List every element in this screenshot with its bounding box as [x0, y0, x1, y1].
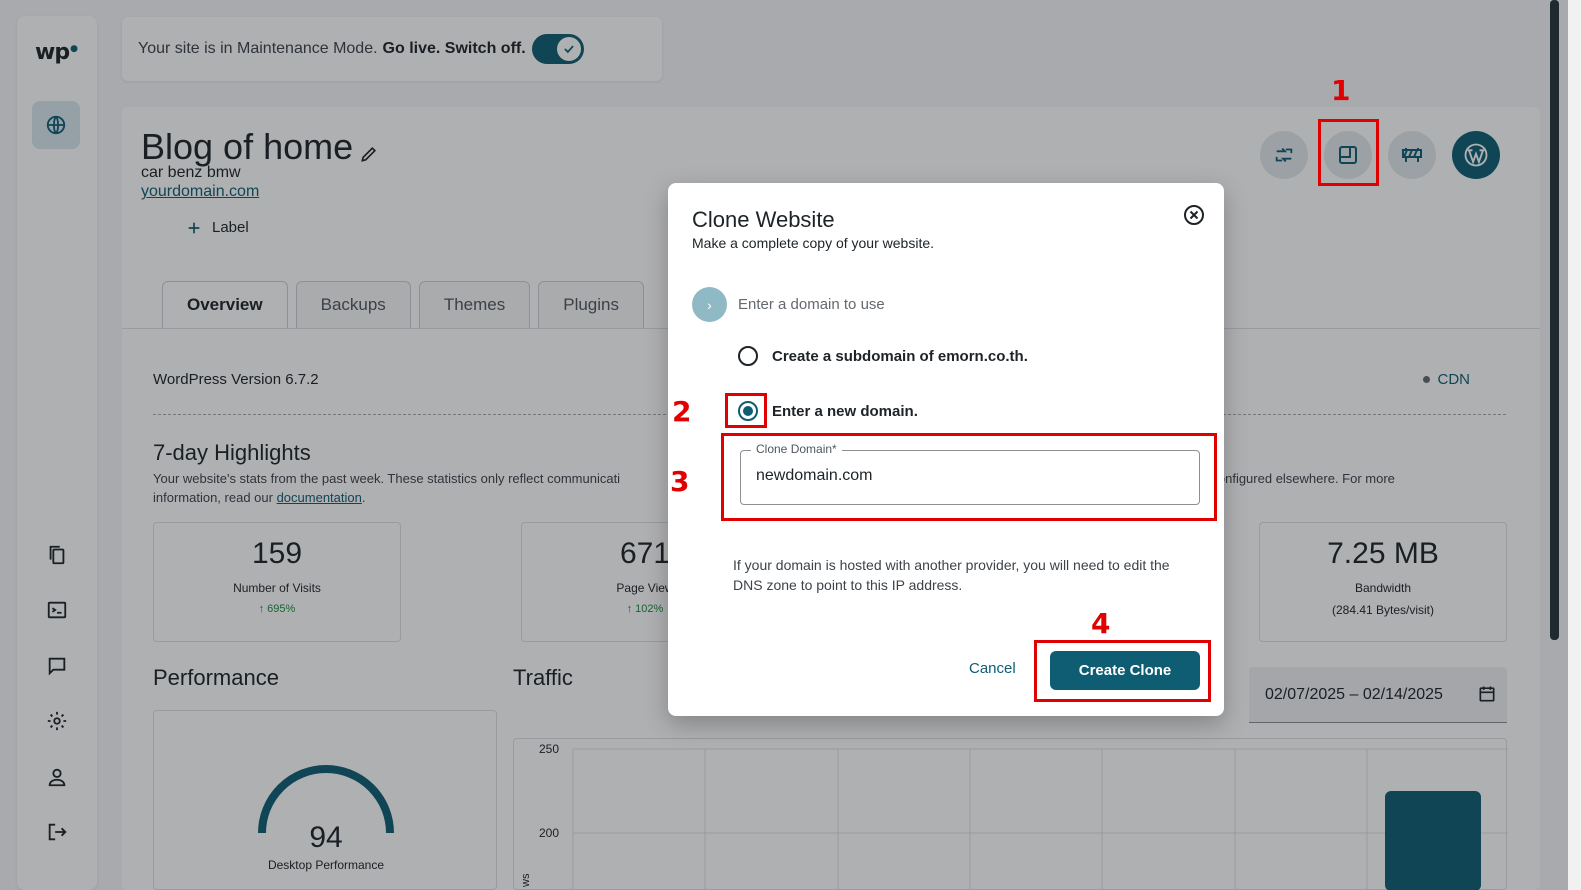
annotation-box-radio [725, 393, 767, 428]
subdomain-option-label: Create a subdomain of emorn.co.th. [772, 347, 1028, 365]
annotation-box-field [721, 433, 1217, 521]
domain-step: › Enter a domain to use [692, 287, 885, 322]
annotation-number: 2 [672, 395, 692, 428]
scrollbar-track[interactable] [1568, 0, 1581, 890]
cancel-button[interactable]: Cancel [969, 660, 1016, 677]
chevron-right-icon: › [692, 287, 727, 322]
close-icon[interactable] [1182, 203, 1206, 227]
subdomain-option[interactable]: Create a subdomain of emorn.co.th. [738, 346, 1028, 366]
annotation-number: 1 [1331, 74, 1351, 107]
annotation-box-create [1034, 640, 1211, 702]
subdomain-radio[interactable] [738, 346, 758, 366]
dialog-subtitle: Make a complete copy of your website. [692, 235, 935, 251]
annotation-number: 3 [670, 465, 690, 498]
step-label: Enter a domain to use [738, 296, 885, 313]
scrollbar-thumb[interactable] [1550, 0, 1559, 640]
annotation-box-clone-icon [1318, 119, 1379, 186]
new-domain-option-label: Enter a new domain. [772, 402, 918, 420]
dns-note: If your domain is hosted with another pr… [733, 557, 1170, 593]
annotation-number: 4 [1091, 607, 1111, 640]
dialog-title: Clone Website [692, 207, 835, 232]
